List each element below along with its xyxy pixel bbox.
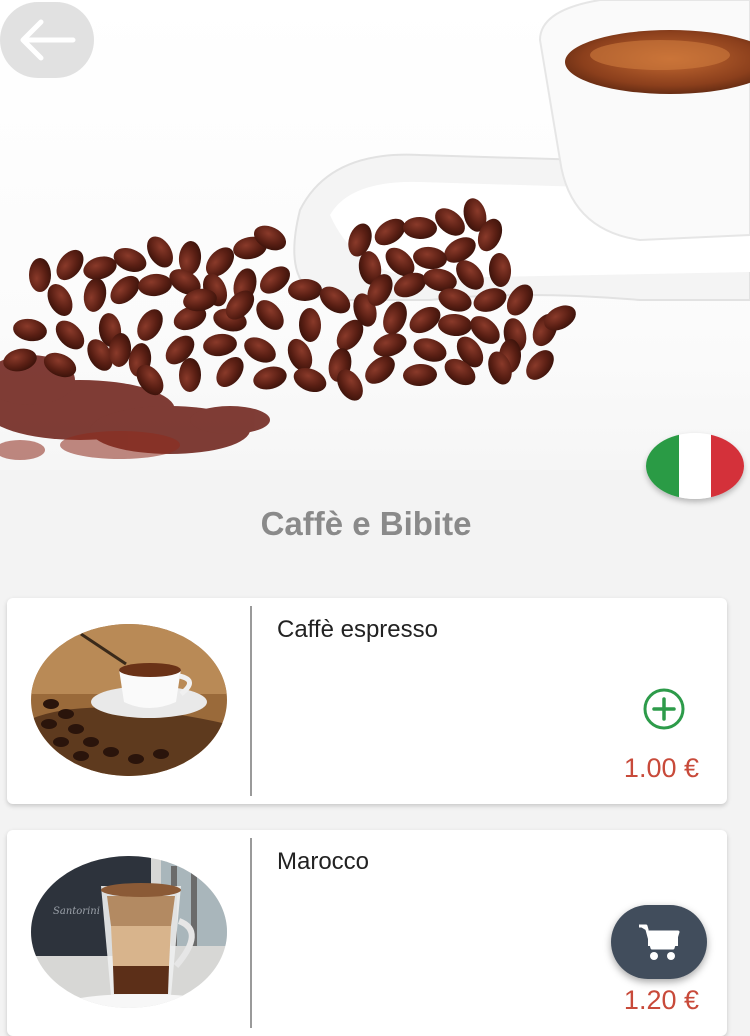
flag-green-stripe xyxy=(646,433,679,499)
coffee-bean xyxy=(383,301,407,335)
coffee-bean xyxy=(137,309,163,341)
coffee-bean xyxy=(216,356,244,388)
add-to-cart-button[interactable] xyxy=(641,686,687,732)
product-name: Marocco xyxy=(277,848,370,875)
product-image: Santorini xyxy=(31,856,227,1008)
cart-button[interactable] xyxy=(611,905,707,979)
category-title: Caffè e Bibite xyxy=(260,505,472,542)
coffee-bean xyxy=(29,258,51,292)
coffee-bean xyxy=(83,256,117,280)
coffee-bean xyxy=(438,313,472,337)
coffee-bean xyxy=(244,337,276,363)
coffee-bean xyxy=(409,306,441,334)
coffee-bean xyxy=(253,366,287,390)
coffee-bean xyxy=(203,333,237,357)
flag-red-stripe xyxy=(711,433,744,499)
coffee-bean xyxy=(83,278,107,312)
product-price: 1.20 € xyxy=(623,985,699,1015)
coffee-bean xyxy=(55,320,85,350)
coffee-beans-hero-illustration xyxy=(0,0,750,460)
coffee-bean xyxy=(365,356,395,384)
coffee-bean xyxy=(138,273,172,297)
coffee-bean xyxy=(178,358,202,392)
coffee-bean xyxy=(373,333,407,357)
coffee-bean xyxy=(113,248,147,272)
coffee-bean xyxy=(403,363,437,387)
coffee-bean xyxy=(256,300,284,330)
coffee-bean xyxy=(413,338,447,362)
svg-text:Santorini: Santorini xyxy=(53,906,100,917)
shopping-cart-icon xyxy=(639,924,680,960)
hero-image xyxy=(0,0,750,470)
product-name: Caffè espresso xyxy=(277,616,438,643)
coffee-bean xyxy=(13,318,47,342)
arrow-left-icon xyxy=(20,19,76,61)
plus-circle-icon xyxy=(643,688,685,730)
coffee-bean xyxy=(526,350,554,380)
coffee-bean xyxy=(293,367,327,393)
product-image xyxy=(31,624,227,776)
back-button[interactable] xyxy=(0,2,94,78)
italy-flag-icon xyxy=(646,433,744,499)
product-card[interactable]: Caffè espresso 1.00 € xyxy=(7,598,727,804)
flag-white-stripe xyxy=(678,433,712,499)
language-switch-button[interactable] xyxy=(646,433,744,499)
card-divider xyxy=(250,606,252,796)
coffee-bean xyxy=(298,308,322,342)
product-price: 1.00 € xyxy=(623,753,699,783)
coffee-bean xyxy=(56,249,84,281)
coffee-bean xyxy=(110,275,140,305)
coffee-bean xyxy=(147,236,173,268)
